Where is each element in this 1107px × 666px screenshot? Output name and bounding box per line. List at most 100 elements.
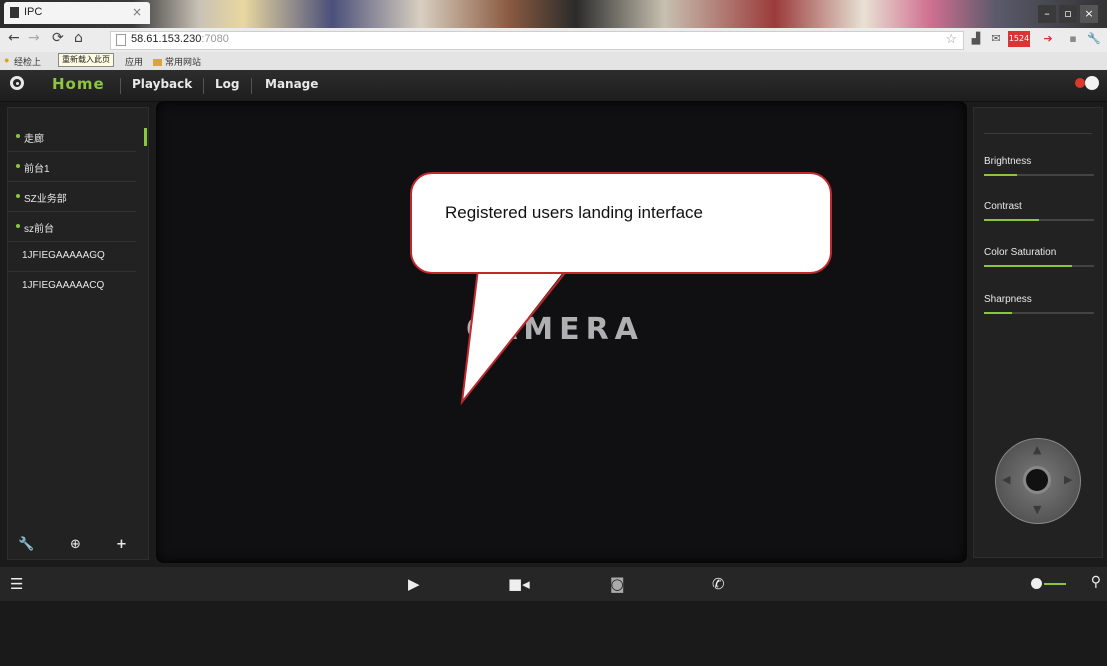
slider-fill [984, 174, 1017, 176]
online-status-icon [16, 134, 20, 138]
device-label: 走廊 [24, 134, 44, 145]
nav-playback[interactable]: Playback [132, 77, 192, 91]
adjust-label: Color Saturation [984, 247, 1057, 258]
bookmark-star-icon[interactable]: ☆ [945, 31, 957, 47]
contrast-control: Contrast [984, 201, 1098, 221]
ptz-up-icon[interactable]: ▲ [1033, 443, 1041, 456]
volume-control[interactable] [1031, 578, 1066, 589]
add-icon[interactable]: + [116, 537, 127, 552]
nav-divider [203, 78, 204, 94]
bookmark-item[interactable]: 应用 [125, 55, 143, 68]
online-status-icon [16, 224, 20, 228]
device-item[interactable]: 前台1 [8, 151, 136, 182]
device-label: 1JFIEGAAAAACQ [22, 280, 105, 291]
browser-tab[interactable]: IPC × [4, 2, 150, 24]
wrench-menu-icon[interactable]: 🔧 [1086, 31, 1102, 47]
playback-toolbar: ☰ ▶ ■◂ ◙ ✆ ⚲ [0, 566, 1107, 601]
nav-divider [120, 78, 121, 94]
online-status-icon [16, 194, 20, 198]
app-header: Home Playback Log Manage [0, 70, 1107, 102]
volume-icon [1031, 578, 1042, 589]
callout-bubble: Registered users landing interface [410, 172, 832, 274]
ptz-left-icon[interactable]: ◀ [1002, 473, 1010, 486]
brightness-slider[interactable] [984, 174, 1094, 176]
saturation-control: Color Saturation [984, 247, 1098, 267]
device-tools: 🔧 ⊕ + [8, 535, 148, 559]
bookmarks-bar: ● 经检上 重新载入此页 应用 常用网站 [0, 52, 1107, 70]
mail-count-badge[interactable]: 1524 [1008, 31, 1030, 47]
callout-text: Registered users landing interface [445, 203, 703, 222]
tab-title: IPC [24, 6, 43, 18]
ptz-control: ▲ ▼ ◀ ▶ [995, 438, 1081, 524]
sharpness-control: Sharpness [984, 294, 1098, 314]
mail-icon[interactable]: ✉ [988, 31, 1004, 47]
snapshot-icon[interactable]: ◙ [610, 575, 625, 593]
menu-icon[interactable]: ☰ [10, 575, 23, 593]
browser-navbar: ← → ⟳ ⌂ 58.61.153.230:7080 ☆ ▟ ✉ 1524 ➔ … [0, 28, 1107, 52]
wrench-icon[interactable]: 🔧 [18, 537, 34, 552]
slider-fill [984, 265, 1072, 267]
online-status-icon [16, 164, 20, 168]
search-icon[interactable]: ⊕ [70, 537, 81, 552]
extension-icon[interactable]: ▪ [1065, 31, 1081, 47]
device-item[interactable]: 1JFIEGAAAAAGQ [8, 241, 136, 272]
browser-tabbar: IPC × – ▫ × [0, 0, 1107, 28]
device-item[interactable]: 1JFIEGAAAAACQ [8, 271, 136, 301]
brightness-control: Brightness [984, 156, 1098, 176]
divider [984, 133, 1092, 134]
settings-icon[interactable] [1085, 76, 1099, 90]
url-text: 58.61.153.230:7080 [131, 33, 229, 45]
bookmark-icon: ● [4, 55, 10, 65]
adjust-label: Contrast [984, 201, 1022, 212]
close-icon[interactable]: × [1080, 5, 1098, 23]
device-label: sz前台 [24, 224, 54, 235]
bookmark-item[interactable]: 经检上 [14, 55, 41, 68]
back-icon[interactable]: ← [8, 30, 20, 46]
ptz-right-icon[interactable]: ▶ [1064, 473, 1072, 486]
record-icon[interactable]: ■◂ [508, 575, 530, 593]
device-list: 走廊 前台1 SZ业务部 sz前台 1JFIEGAAAAAGQ 1JFIEGAA… [7, 107, 149, 560]
volume-slider[interactable] [1044, 583, 1066, 585]
device-label: SZ业务部 [24, 194, 67, 205]
reload-tooltip: 重新载入此页 [58, 53, 114, 67]
home-icon[interactable]: ⌂ [74, 30, 83, 46]
device-label: 1JFIEGAAAAAGQ [22, 250, 105, 261]
page-icon [10, 7, 19, 18]
scroll-indicator[interactable] [144, 128, 147, 146]
slider-fill [984, 312, 1012, 314]
maximize-icon[interactable]: ▫ [1059, 5, 1077, 23]
power-icon[interactable] [1075, 78, 1085, 88]
callout-tail [460, 266, 569, 406]
arrow-extension-icon[interactable]: ➔ [1040, 31, 1056, 47]
contrast-slider[interactable] [984, 219, 1094, 221]
ptz-down-icon[interactable]: ▼ [1033, 503, 1041, 516]
bookmark-folder[interactable]: 常用网站 [153, 55, 201, 68]
device-item[interactable]: sz前台 [8, 211, 136, 242]
adjust-label: Brightness [984, 156, 1032, 167]
nav-manage[interactable]: Manage [265, 77, 318, 91]
page-icon [116, 34, 126, 46]
reload-icon[interactable]: ⟳ [52, 30, 64, 46]
footer-area [0, 601, 1107, 666]
signal-icon[interactable]: ▟ [968, 31, 984, 47]
phone-icon[interactable]: ✆ [712, 575, 725, 593]
camera-logo-icon [10, 76, 24, 90]
tab-close-icon[interactable]: × [132, 5, 142, 19]
nav-divider [251, 78, 252, 94]
nav-home[interactable]: Home [52, 75, 105, 93]
device-item[interactable]: SZ业务部 [8, 181, 136, 212]
forward-icon[interactable]: → [28, 30, 40, 46]
user-icon[interactable]: ⚲ [1091, 574, 1101, 590]
slider-fill [984, 219, 1039, 221]
device-item[interactable]: 走廊 [8, 121, 136, 152]
saturation-slider[interactable] [984, 265, 1094, 267]
play-icon[interactable]: ▶ [408, 575, 420, 593]
minimize-icon[interactable]: – [1038, 5, 1056, 23]
window-controls: – ▫ × [1035, 2, 1103, 23]
folder-icon [153, 59, 162, 67]
nav-log[interactable]: Log [215, 77, 239, 91]
ptz-center-button[interactable] [1023, 466, 1051, 494]
sharpness-slider[interactable] [984, 312, 1094, 314]
address-bar[interactable]: 58.61.153.230:7080 ☆ [110, 31, 964, 50]
device-label: 前台1 [24, 164, 50, 175]
